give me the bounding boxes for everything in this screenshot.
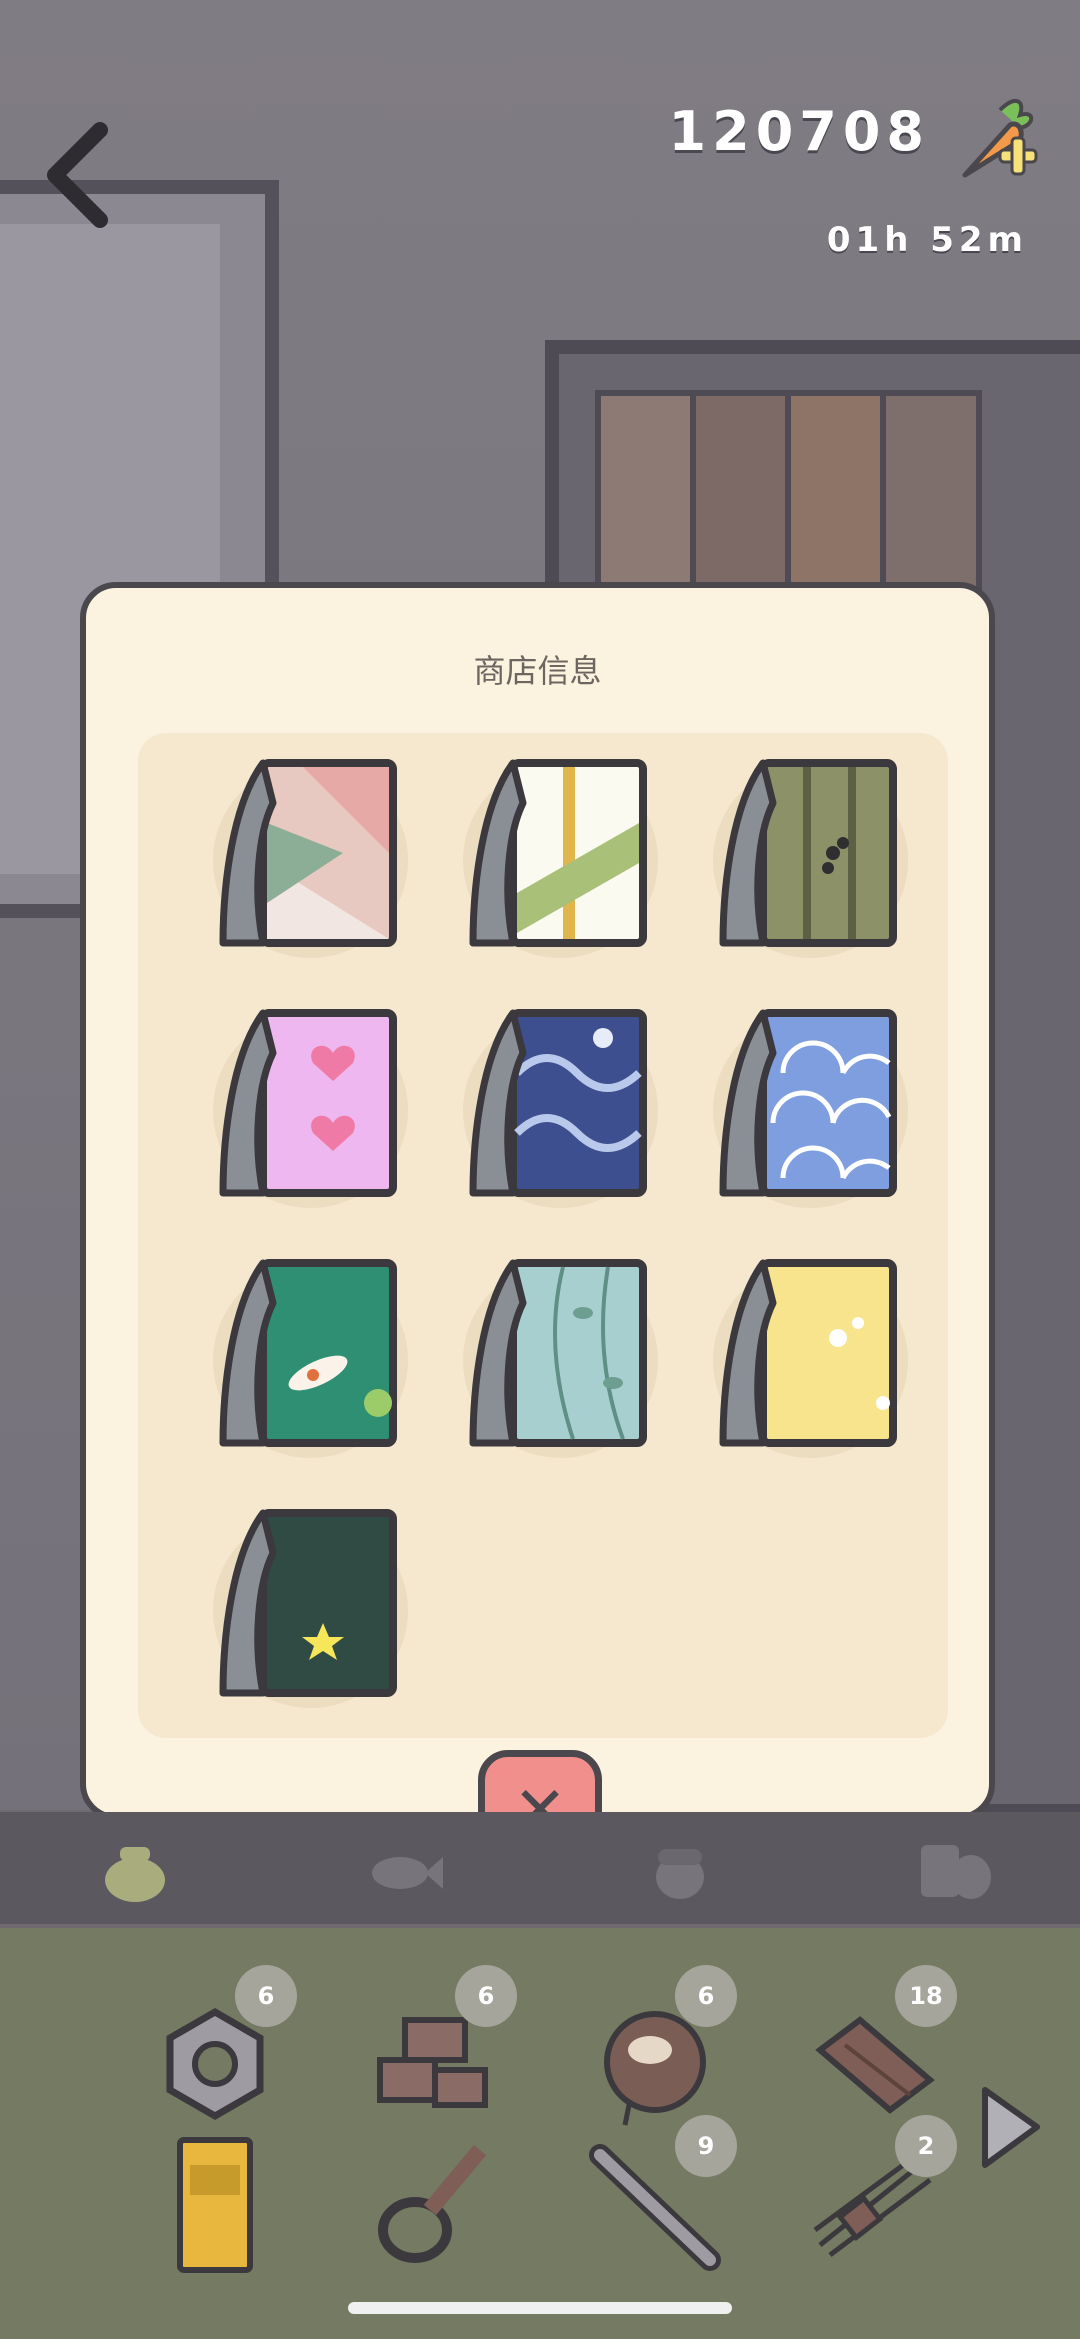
rope-icon <box>378 2144 487 2263</box>
wallpaper-item-1[interactable] <box>203 743 423 963</box>
wallpaper-olive-bamboo-icon <box>719 759 897 947</box>
home-indicator[interactable] <box>348 2302 732 2314</box>
wallpaper-pink-geometric-icon <box>219 759 397 947</box>
wallpaper-item-6[interactable] <box>703 993 923 1213</box>
item-count-badge: 9 <box>675 2115 737 2177</box>
acorn-icon[interactable] <box>640 1835 720 1905</box>
inventory-slot-5[interactable] <box>140 2135 290 2285</box>
item-count-badge: 2 <box>895 2115 957 2177</box>
item-count-badge: 6 <box>455 1965 517 2027</box>
wallpaper-leaf-vine-icon <box>469 1259 647 1447</box>
wallpaper-item-4[interactable] <box>203 993 423 1213</box>
wallpaper-grid <box>138 733 948 1738</box>
wallpaper-item-2[interactable] <box>453 743 673 963</box>
item-count-badge: 6 <box>235 1965 297 2027</box>
wallpaper-bamboo-lattice-icon <box>469 759 647 947</box>
food-icon[interactable] <box>915 1835 995 1905</box>
wallpaper-item-3[interactable] <box>703 743 923 963</box>
carrot-plus-icon[interactable] <box>940 90 1040 190</box>
shop-info-modal: 商店信息 <box>80 582 995 1820</box>
wallpaper-yellow-flower-icon <box>719 1259 897 1447</box>
wallpaper-item-8[interactable] <box>453 1243 673 1463</box>
chevron-left-icon[interactable] <box>40 120 120 230</box>
wallpaper-item-7[interactable] <box>203 1243 423 1463</box>
fish-icon[interactable] <box>365 1835 445 1905</box>
inventory-slot-6[interactable] <box>360 2135 510 2285</box>
wallpaper-seigaiha-icon <box>719 1009 897 1197</box>
wallpaper-item-9[interactable] <box>703 1243 923 1463</box>
wallpaper-blue-waves-icon <box>469 1009 647 1197</box>
item-count-badge: 18 <box>895 1965 957 2027</box>
carrot-balance: 120708 <box>668 100 930 163</box>
wallpaper-dark-star-icon <box>219 1509 397 1697</box>
pocky-box-icon <box>177 2137 253 2273</box>
bag-icon[interactable] <box>95 1835 175 1905</box>
wallpaper-pink-hearts-icon <box>219 1009 397 1197</box>
wallpaper-item-5[interactable] <box>453 993 673 1213</box>
modal-title: 商店信息 <box>473 652 602 690</box>
timer-text: 01h 52m <box>826 220 1028 260</box>
wallpaper-item-10[interactable] <box>203 1493 423 1713</box>
next-page-arrow-icon[interactable] <box>975 2080 1045 2175</box>
item-count-badge: 6 <box>675 1965 737 2027</box>
wallpaper-koi-pond-icon <box>219 1259 397 1447</box>
